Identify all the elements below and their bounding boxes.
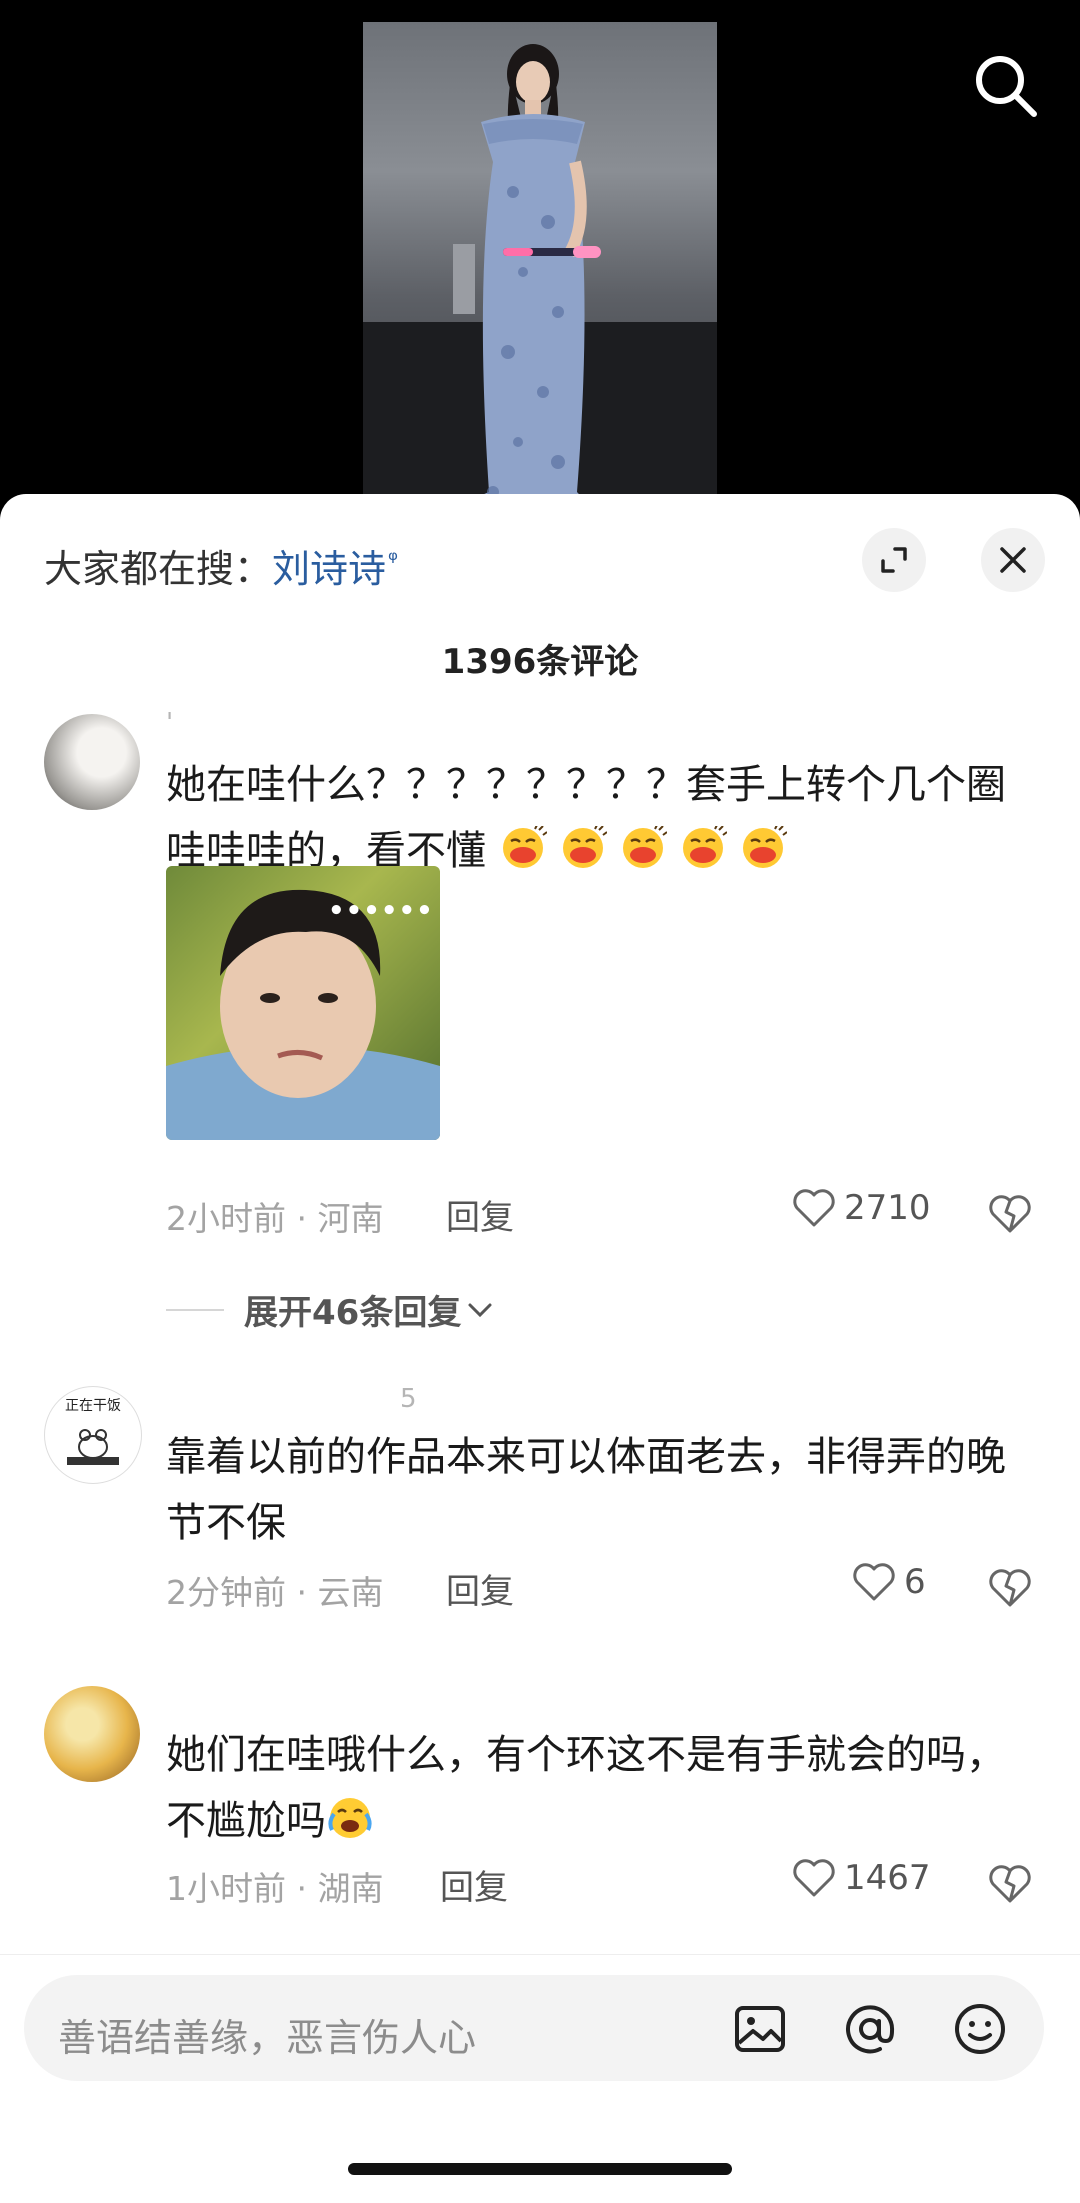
chevron-down-icon (468, 1303, 492, 1317)
broken-heart-icon (989, 1865, 1031, 1903)
tongue-out-emoji (622, 826, 667, 868)
meta-separator: · (286, 1573, 318, 1612)
dislike-button[interactable] (988, 1864, 1032, 1908)
expand-icon (881, 547, 907, 573)
crying-laughing-emoji (328, 1798, 372, 1838)
reply-button[interactable]: 回复 (446, 1564, 514, 1613)
comment-location: 云南 (317, 1573, 384, 1612)
meta-separator: · (286, 1199, 318, 1238)
comment-location: 河南 (317, 1199, 384, 1238)
comment-input-placeholder: 善语结善缘，恶言伤人心 (58, 2016, 477, 2060)
heart-icon (793, 1859, 835, 1897)
comment-sheet: 大家都在搜：刘诗诗ᵠ 1396条评论 ꞌ 她在哇什么？？？？？？？？套手上转个几… (0, 494, 1080, 2203)
like-count: 1467 (844, 1858, 931, 1898)
expand-replies-label: 展开46条回复 (244, 1293, 462, 1333)
comment-body: 她们在哇哦什么，有个环这不是有手就会的吗，不尴尬吗 (166, 1732, 1006, 1844)
reply-button[interactable]: 回复 (440, 1860, 508, 1909)
meta-separator: · (286, 1869, 318, 1908)
like-count: 6 (904, 1562, 926, 1602)
emoji-picker-icon[interactable] (952, 2001, 1008, 2057)
reply-button[interactable]: 回复 (446, 1190, 514, 1239)
comment-meta: 2分钟前 · 云南 (166, 1566, 383, 1614)
comment-meta: 1小时前 · 湖南 (166, 1862, 383, 1910)
expand-replies-button[interactable]: 展开46条回复 (166, 1285, 495, 1334)
comment-time: 1小时前 (166, 1869, 286, 1908)
comment-sticker-image[interactable]: •••••• (166, 866, 440, 1140)
username[interactable]: ꞌ (166, 708, 173, 738)
search-icon: ᵠ (388, 546, 399, 575)
sticker-overlay-dots: •••••• (328, 896, 434, 926)
emoji-row (499, 826, 799, 874)
heart-icon (793, 1189, 835, 1227)
comment-time: 2分钟前 (166, 1573, 286, 1612)
like-button[interactable]: 6 (852, 1562, 926, 1602)
trending-prefix: 大家都在搜： (44, 547, 273, 591)
tongue-out-emoji (562, 826, 607, 868)
avatar-bear-icon (67, 1429, 119, 1465)
like-button[interactable]: 2710 (792, 1188, 931, 1228)
like-button[interactable]: 1467 (792, 1858, 931, 1898)
comment-count-title: 1396条评论 (441, 642, 639, 682)
tongue-out-emoji (682, 826, 727, 868)
avatar[interactable] (44, 714, 140, 810)
close-icon (1000, 547, 1026, 573)
video-frame (363, 22, 717, 520)
trending-search-bar[interactable]: 大家都在搜：刘诗诗ᵠ (44, 538, 398, 593)
mention-icon[interactable] (842, 2001, 898, 2057)
comment-location: 湖南 (317, 1869, 384, 1908)
comment-text: 她在哇什么？？？？？？？？套手上转个几个圈哇哇哇的，看不懂 (166, 752, 1026, 884)
heart-icon (853, 1563, 895, 1601)
broken-heart-icon (989, 1195, 1031, 1233)
video-player[interactable] (0, 0, 1080, 520)
avatar[interactable] (44, 1686, 140, 1782)
comment-meta: 2小时前 · 河南 (166, 1192, 383, 1240)
tongue-out-emoji (742, 826, 787, 868)
expand-sheet-button[interactable] (862, 528, 926, 592)
video-still-figure (363, 44, 717, 520)
tongue-out-emoji (502, 826, 547, 868)
image-icon[interactable] (732, 2001, 788, 2057)
like-count: 2710 (844, 1188, 931, 1228)
comment-text: 她们在哇哦什么，有个环这不是有手就会的吗，不尴尬吗 (166, 1722, 1026, 1854)
search-icon[interactable] (970, 50, 1040, 120)
comment-time: 2小时前 (166, 1199, 286, 1238)
avatar[interactable]: 正在干饭 (44, 1386, 142, 1484)
dislike-button[interactable] (988, 1568, 1032, 1612)
broken-heart-icon (989, 1569, 1031, 1607)
username[interactable]: 5 (400, 1384, 417, 1414)
comment-input[interactable]: 善语结善缘，恶言伤人心 (24, 1975, 1044, 2081)
divider-line (166, 1308, 224, 1311)
comment-text: 靠着以前的作品本来可以体面老去，非得弄的晚节不保 (166, 1434, 1006, 1546)
close-sheet-button[interactable] (981, 528, 1045, 592)
dislike-button[interactable] (988, 1194, 1032, 1238)
trending-keyword-link[interactable]: 刘诗诗 (272, 547, 386, 591)
home-indicator[interactable] (348, 2163, 732, 2175)
